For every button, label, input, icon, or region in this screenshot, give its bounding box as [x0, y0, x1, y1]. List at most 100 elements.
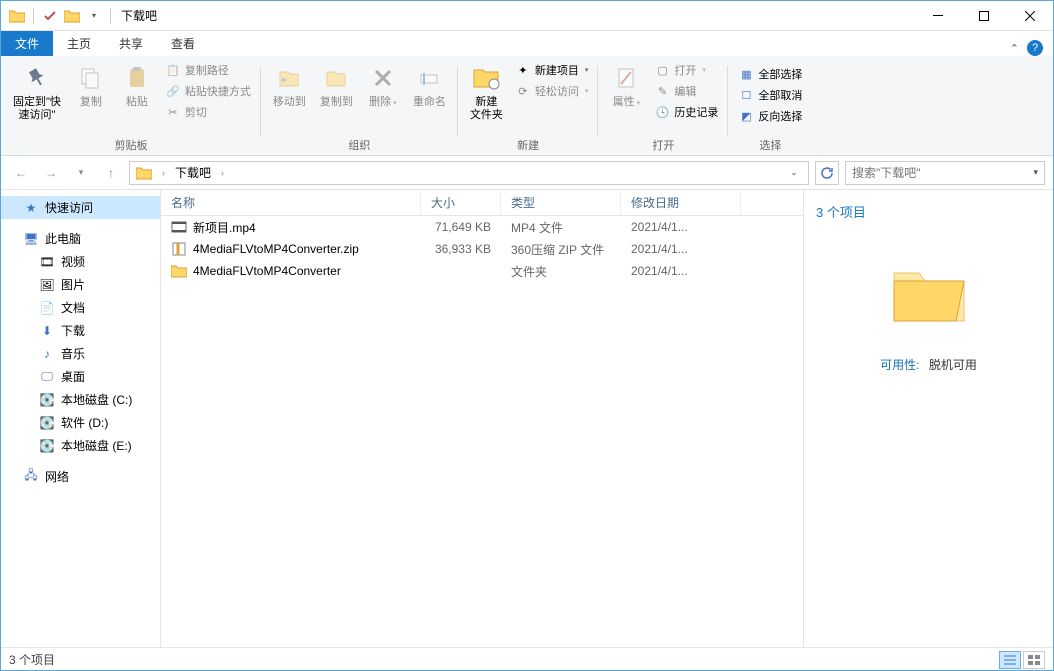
column-size[interactable]: 大小: [421, 190, 501, 215]
quick-access-toolbar: ▾: [1, 6, 115, 26]
sidebar-item-downloads[interactable]: ⬇下载: [1, 319, 160, 342]
sidebar-item-videos[interactable]: 🎞视频: [1, 250, 160, 273]
file-row[interactable]: 4MediaFLVtoMP4Converter文件夹2021/4/1...: [161, 260, 803, 282]
file-row[interactable]: 4MediaFLVtoMP4Converter.zip36,933 KB360压…: [161, 238, 803, 260]
file-date: 2021/4/1...: [621, 242, 741, 256]
new-item-button[interactable]: ✦新建项目▾: [511, 60, 593, 80]
minimize-button[interactable]: [915, 1, 961, 31]
new-folder-icon: [470, 62, 502, 94]
address-dropdown[interactable]: ⌄: [784, 167, 804, 178]
tab-share[interactable]: 共享: [105, 31, 157, 56]
pictures-icon: 🖼: [39, 277, 55, 293]
ribbon-collapse-icon[interactable]: ⌃: [1010, 42, 1019, 55]
file-name: 4MediaFLVtoMP4Converter: [193, 264, 341, 278]
column-name[interactable]: 名称: [161, 190, 421, 215]
sidebar-item-documents[interactable]: 📄文档: [1, 296, 160, 319]
breadcrumb-item[interactable]: 下载吧: [173, 164, 213, 181]
clipboard-group-label: 剪贴板: [114, 135, 147, 155]
disk-icon: 💽: [39, 438, 55, 454]
video-icon: 🎞: [39, 254, 55, 270]
search-dropdown[interactable]: ▾: [1033, 167, 1038, 178]
sidebar-item-quick-access[interactable]: ★快速访问: [1, 196, 160, 219]
ribbon-group-select: ▦全部选择 ☐全部取消 ◩反向选择 选择: [728, 60, 812, 155]
sidebar-item-desktop[interactable]: 🖵桌面: [1, 365, 160, 388]
forward-button[interactable]: →: [39, 161, 63, 185]
newfolder-label: 新建 文件夹: [470, 96, 503, 122]
properties-button[interactable]: 属性▾: [604, 60, 648, 112]
close-button[interactable]: [1007, 1, 1053, 31]
file-type-icon: [171, 219, 187, 235]
network-icon: 🖧: [23, 469, 39, 485]
up-button[interactable]: ↑: [99, 161, 123, 185]
scissors-icon: ✂: [165, 104, 181, 120]
file-row[interactable]: 新项目.mp471,649 KBMP4 文件2021/4/1...: [161, 216, 803, 238]
folder-small-icon[interactable]: [62, 6, 82, 26]
cut-button[interactable]: ✂剪切: [161, 102, 255, 122]
sidebar-item-this-pc[interactable]: 🖥此电脑: [1, 227, 160, 250]
file-type-icon: [171, 241, 187, 257]
history-button[interactable]: 🕓历史记录: [650, 102, 722, 122]
sidebar-item-disk-e[interactable]: 💽 本地磁盘 (E:): [1, 434, 160, 457]
details-count: 3 个项目: [816, 202, 866, 221]
ribbon: 固定到"快 速访问" 复制 粘贴 📋复制路径 🔗粘贴快捷方式 ✂剪切 剪贴板 移…: [1, 56, 1053, 156]
select-all-button[interactable]: ▦全部选择: [734, 64, 806, 84]
file-list-pane: 名称 大小 类型 修改日期 新项目.mp471,649 KBMP4 文件2021…: [161, 190, 803, 647]
file-name: 4MediaFLVtoMP4Converter.zip: [193, 242, 359, 256]
invert-selection-button[interactable]: ◩反向选择: [734, 106, 806, 126]
sidebar-item-disk-d[interactable]: 💽软件 (D:): [1, 411, 160, 434]
cut-label: 剪切: [185, 104, 207, 120]
maximize-button[interactable]: [961, 1, 1007, 31]
sidebar-item-pictures[interactable]: 🖼 图片: [1, 273, 160, 296]
rename-button[interactable]: 重命名: [407, 60, 452, 111]
select-group-label: 选择: [759, 135, 781, 155]
tab-view[interactable]: 查看: [157, 31, 209, 56]
qat-dropdown[interactable]: ▾: [84, 6, 104, 26]
chevron-right-icon[interactable]: ›: [158, 168, 169, 178]
paste-shortcut-button[interactable]: 🔗粘贴快捷方式: [161, 81, 255, 101]
pin-label: 固定到"快 速访问": [13, 96, 61, 122]
copy-to-button[interactable]: 复制到: [314, 60, 359, 111]
sidebar-label: 文档: [61, 299, 85, 316]
help-icon[interactable]: ?: [1027, 40, 1043, 56]
sidebar-item-disk-c[interactable]: 💽本地磁盘 (C:): [1, 388, 160, 411]
delete-button[interactable]: 删除▾: [361, 60, 405, 112]
checkmark-icon[interactable]: [40, 6, 60, 26]
search-box[interactable]: ▾: [845, 161, 1045, 185]
main-area: ★快速访问 🖥此电脑 🎞视频 🖼图片 📄文档 ⬇下载 ♪音乐 🖵桌面 💽本地磁盘…: [1, 190, 1053, 647]
view-icons-button[interactable]: [1023, 651, 1045, 669]
status-text: 3 个项目: [9, 651, 55, 668]
pin-to-quick-access-button[interactable]: 固定到"快 速访问": [7, 60, 67, 124]
tab-file[interactable]: 文件: [1, 31, 53, 56]
column-type[interactable]: 类型: [501, 190, 621, 215]
sidebar-label: 桌面: [61, 368, 85, 385]
back-button[interactable]: ←: [9, 161, 33, 185]
move-to-button[interactable]: 移动到: [267, 60, 312, 111]
select-none-button[interactable]: ☐全部取消: [734, 85, 806, 105]
chevron-right-icon[interactable]: ›: [217, 168, 228, 178]
refresh-button[interactable]: [815, 161, 839, 185]
sidebar-label: 本地磁盘 (E:): [61, 437, 132, 454]
copypath-label: 复制路径: [185, 62, 229, 78]
recent-dropdown[interactable]: ▾: [69, 161, 93, 185]
edit-button[interactable]: ✎编辑: [650, 81, 722, 101]
status-bar: 3 个项目: [1, 647, 1053, 671]
copy-path-button[interactable]: 📋复制路径: [161, 60, 255, 80]
pin-icon: [21, 62, 53, 94]
sidebar-label: 图片: [61, 276, 85, 293]
sidebar-item-network[interactable]: 🖧网络: [1, 465, 160, 488]
view-details-button[interactable]: [999, 651, 1021, 669]
copy-icon: [75, 62, 107, 94]
tab-home[interactable]: 主页: [53, 31, 105, 56]
column-date[interactable]: 修改日期: [621, 190, 741, 215]
copy-button[interactable]: 复制: [69, 60, 113, 111]
easy-access-button[interactable]: ⟳轻松访问▾: [511, 81, 593, 101]
address-bar[interactable]: › 下载吧 › ⌄: [129, 161, 809, 185]
open-button[interactable]: ▢打开▾: [650, 60, 722, 80]
paste-button[interactable]: 粘贴: [115, 60, 159, 111]
new-folder-button[interactable]: 新建 文件夹: [464, 60, 509, 124]
sidebar-item-music[interactable]: ♪音乐: [1, 342, 160, 365]
availability-key: 可用性:: [880, 358, 919, 372]
ribbon-tabs: 文件 主页 共享 查看 ⌃ ?: [1, 31, 1053, 56]
breadcrumb-root-icon[interactable]: [134, 166, 154, 180]
search-input[interactable]: [852, 166, 1027, 180]
